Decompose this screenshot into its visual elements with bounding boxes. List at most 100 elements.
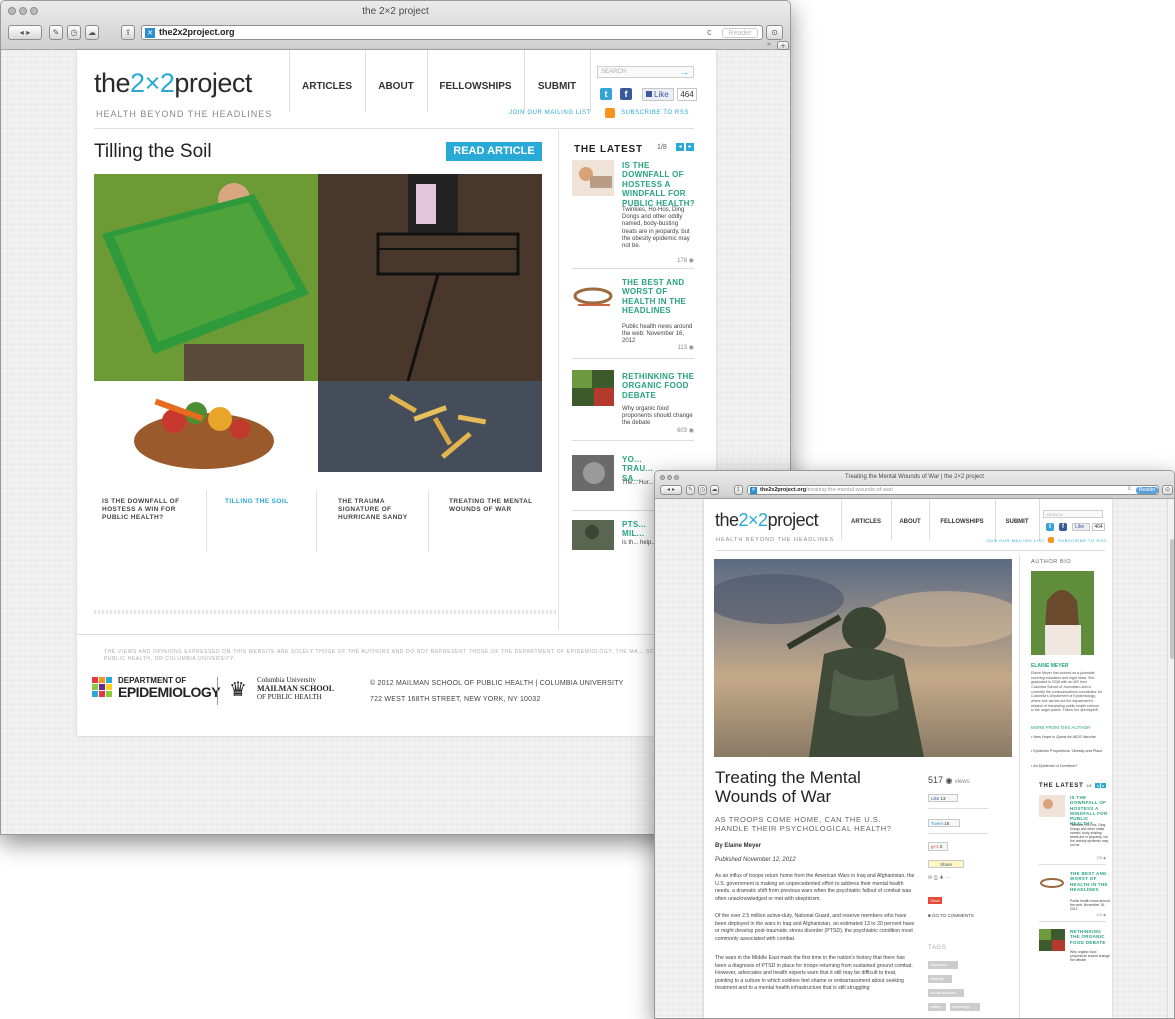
share-icon[interactable]: ⇪ bbox=[734, 485, 743, 495]
vertical-scrollbar[interactable] bbox=[1167, 499, 1174, 1018]
epidemiology-logo[interactable]: DEPARTMENT OF EPIDEMIOLOGY bbox=[92, 675, 221, 705]
latest-thumb-2[interactable] bbox=[572, 276, 614, 312]
feature-tab-mental-wounds[interactable]: TREATING THE MENTAL WOUNDS OF WAR bbox=[449, 498, 545, 514]
eye-icon: ◉ bbox=[688, 428, 694, 434]
tweet-button[interactable]: Tweet 16 bbox=[928, 819, 960, 827]
nav-about[interactable]: ABOUT bbox=[891, 519, 929, 525]
latest-item-views: 178 ◉ bbox=[662, 257, 694, 264]
rss-link[interactable]: SUBSCRIBE TO RSS bbox=[621, 110, 689, 116]
latest-item-title[interactable]: RETHINKING THE ORGANIC FOOD DEBATE bbox=[622, 372, 697, 400]
reload-icon[interactable]: c bbox=[707, 27, 712, 37]
history-icon[interactable]: ◷ bbox=[698, 485, 707, 495]
tag-pill[interactable]: military bbox=[928, 1003, 946, 1011]
nav-fellowships[interactable]: FELLOWSHIPS bbox=[929, 519, 995, 525]
wrench-icon[interactable]: ✎ bbox=[686, 485, 695, 495]
latest-thumb-4[interactable] bbox=[572, 455, 614, 491]
feature-tab-tilling[interactable]: TILLING THE SOIL bbox=[225, 498, 313, 506]
nav-about[interactable]: ABOUT bbox=[365, 81, 427, 92]
read-article-button[interactable]: READ ARTICLE bbox=[446, 142, 542, 161]
twitter-icon[interactable]: t bbox=[600, 88, 612, 100]
latest-item-title[interactable]: IS THE DOWNFALL OF HOSTESS A WINDFALL FO… bbox=[1070, 795, 1110, 827]
mailing-list-link[interactable]: JOIN OUR MAILING LIST bbox=[986, 538, 1045, 543]
feature-tab-hostess[interactable]: IS THE DOWNFALL OF HOSTESS A WIN FOR PUB… bbox=[102, 498, 200, 522]
feature-photo-fries[interactable] bbox=[318, 381, 542, 472]
reader-button[interactable]: Reader bbox=[722, 28, 758, 38]
address-bar[interactable]: ✕ the2x2project.org c Reader bbox=[141, 25, 763, 40]
tag-pill[interactable]: depression bbox=[928, 961, 958, 969]
more-from-author-item[interactable]: • Epidemic Proportions: Obesity and Plac… bbox=[1031, 749, 1103, 754]
latest-thumb-2[interactable] bbox=[1039, 871, 1065, 893]
feature-photo-seedlings[interactable] bbox=[94, 174, 318, 381]
nav-divider bbox=[1039, 499, 1040, 541]
cloud-icon[interactable]: ☁ bbox=[710, 485, 719, 495]
feature-tab-sandy[interactable]: THE TRAUMA SIGNATURE OF HURRICANE SANDY bbox=[338, 498, 426, 522]
rss-icon[interactable] bbox=[1048, 537, 1054, 543]
latest-thumb-3[interactable] bbox=[1039, 929, 1065, 951]
latest-thumb-3[interactable] bbox=[572, 370, 614, 406]
nav-submit[interactable]: SUBMIT bbox=[524, 81, 590, 92]
site-logo[interactable]: the2×2project bbox=[94, 68, 252, 99]
tab-divider bbox=[206, 490, 207, 552]
new-tab-button[interactable]: + bbox=[777, 41, 789, 50]
tag-pill[interactable]: psychology bbox=[950, 1003, 980, 1011]
cloud-icon[interactable]: ☁ bbox=[85, 25, 99, 40]
rss-link[interactable]: SUBSCRIBE TO RSS bbox=[1058, 538, 1107, 543]
wrench-icon[interactable]: ✎ bbox=[49, 25, 63, 40]
more-share-icons[interactable]: ✉ ⎙ ✚ ··· bbox=[928, 875, 988, 883]
history-icon[interactable]: ◷ bbox=[67, 25, 81, 40]
scrollbar-thumb[interactable] bbox=[1170, 539, 1174, 659]
latest-thumb-1[interactable] bbox=[1039, 795, 1065, 817]
latest-prev-button[interactable]: ◂ bbox=[676, 143, 684, 151]
share-icon[interactable]: ⇪ bbox=[121, 25, 135, 40]
latest-thumb-1[interactable] bbox=[572, 160, 614, 196]
search-arrow-icon[interactable]: → bbox=[680, 67, 689, 77]
latest-item-title[interactable]: IS THE DOWNFALL OF HOSTESS A WINDFALL FO… bbox=[622, 161, 697, 208]
reader-button[interactable]: Reader bbox=[1136, 487, 1158, 494]
feature-photo-fire-escape[interactable] bbox=[318, 174, 542, 381]
latest-item-title[interactable]: RETHINKING THE ORGANIC FOOD DEBATE bbox=[1070, 929, 1110, 945]
search-input[interactable]: SEARCH bbox=[1043, 510, 1103, 518]
author-name[interactable]: ELAINE MEYER bbox=[1031, 663, 1069, 669]
download-icon[interactable]: ⊙ bbox=[1162, 485, 1173, 495]
more-from-author-item[interactable]: • An Epidemic of Overtime? bbox=[1031, 764, 1103, 769]
facebook-like-button[interactable]: Like bbox=[642, 88, 674, 101]
latest-prev-button[interactable]: ◂ bbox=[1095, 783, 1100, 788]
facebook-icon[interactable]: f bbox=[620, 88, 632, 100]
latest-item-title[interactable]: THE BEST AND WORST OF HEALTH IN THE HEAD… bbox=[1070, 871, 1110, 892]
nav-submit[interactable]: SUBMIT bbox=[995, 519, 1039, 525]
reload-icon[interactable]: c bbox=[1128, 486, 1131, 492]
nav-articles[interactable]: ARTICLES bbox=[841, 519, 891, 525]
download-icon[interactable]: ⊙ bbox=[766, 25, 783, 40]
facebook-icon[interactable]: f bbox=[1059, 523, 1067, 531]
facebook-like-button[interactable]: Like bbox=[1072, 523, 1090, 531]
address-bar[interactable]: ✕ the2x2project.org/treating-the-mental-… bbox=[747, 485, 1159, 495]
latest-next-button[interactable]: ▸ bbox=[1101, 783, 1106, 788]
twitter-icon[interactable]: t bbox=[1046, 523, 1054, 531]
columbia-mailman-logo[interactable]: ♛ Columbia University MAILMAN SCHOOL OF … bbox=[229, 675, 354, 707]
latest-thumb-5[interactable] bbox=[572, 520, 614, 550]
tag-pill[interactable]: mental disorders bbox=[928, 989, 964, 997]
more-item-label: An Epidemic of Overtime? bbox=[1033, 764, 1078, 768]
url-text: the2x2project.org/treating-the-mental-wo… bbox=[760, 487, 893, 493]
go-to-comments-link[interactable]: ■ GO TO COMMENTS bbox=[928, 913, 974, 918]
mailing-list-link[interactable]: JOIN OUR MAILING LIST bbox=[509, 110, 591, 116]
nav-articles[interactable]: ARTICLES bbox=[289, 81, 365, 92]
nav-fellowships[interactable]: FELLOWSHIPS bbox=[427, 81, 524, 92]
back-forward-button[interactable]: ◂ ▸ bbox=[660, 485, 682, 495]
delicious-button[interactable]: Save bbox=[928, 897, 942, 904]
latest-next-button[interactable]: ▸ bbox=[686, 143, 694, 151]
back-forward-button[interactable]: ◂ ▸ bbox=[8, 25, 42, 40]
site-favicon-icon: ✕ bbox=[750, 487, 757, 494]
site-logo[interactable]: the2×2project bbox=[715, 510, 819, 531]
overflow-chevron-icon[interactable]: » bbox=[767, 41, 771, 48]
more-from-author-item[interactable]: • New Hope in Quest for AIDS Vaccine bbox=[1031, 735, 1103, 740]
facebook-like-button[interactable]: Like 13 bbox=[928, 794, 958, 802]
google-plus-button[interactable]: g+1 0 bbox=[928, 842, 948, 851]
cu-line3: OF PUBLIC HEALTH bbox=[257, 693, 322, 701]
latest-item-title[interactable]: THE BEST AND WORST OF HEALTH IN THE HEAD… bbox=[622, 278, 697, 316]
rss-icon[interactable] bbox=[605, 108, 615, 118]
feature-photo-vegetables[interactable] bbox=[94, 381, 318, 472]
search-input[interactable]: SEARCH → bbox=[597, 66, 694, 78]
tag-pill[interactable]: disability bbox=[928, 975, 952, 983]
share-button[interactable]: Share bbox=[928, 860, 964, 868]
